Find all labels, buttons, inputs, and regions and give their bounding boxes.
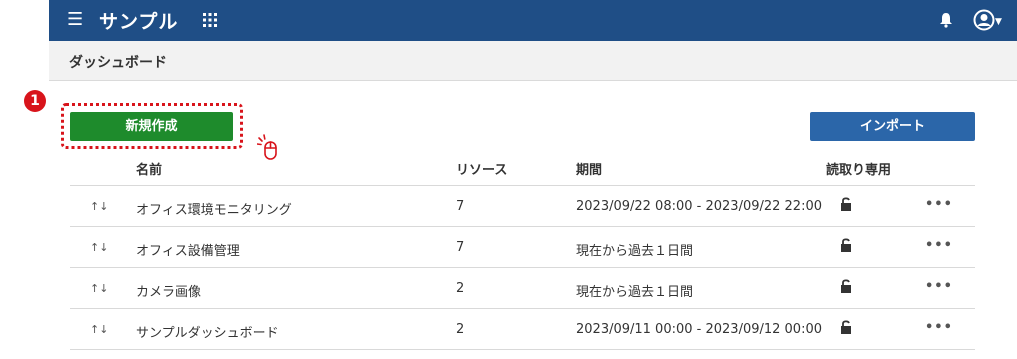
row-period: 2023/09/22 08:00 - 2023/09/22 22:00 xyxy=(576,199,823,214)
sort-handle-icon[interactable]: ↑↓ xyxy=(90,200,108,213)
sort-handle-icon[interactable]: ↑↓ xyxy=(90,241,108,254)
row-period: 現在から過去１日間 xyxy=(576,285,694,300)
table-row[interactable]: ↑↓ オフィス設備管理 7 現在から過去１日間 ••• xyxy=(70,227,975,268)
table-row[interactable]: ↑↓ カメラ画像 2 現在から過去１日間 ••• xyxy=(70,268,975,309)
unlock-icon[interactable] xyxy=(840,278,854,298)
page-header: ダッシュボード xyxy=(49,41,1017,81)
user-circle-icon[interactable] xyxy=(973,9,995,31)
row-resource: 7 xyxy=(456,199,465,214)
import-button[interactable]: インポート xyxy=(810,112,975,141)
sort-handle-icon[interactable]: ↑↓ xyxy=(90,282,108,295)
column-readonly-header[interactable]: 読取り専用 xyxy=(826,159,891,178)
row-resource: 2 xyxy=(456,322,465,337)
unlock-icon[interactable] xyxy=(840,237,854,257)
bell-icon[interactable] xyxy=(939,12,953,28)
more-options-icon[interactable]: ••• xyxy=(925,279,953,294)
dashboard-table: 名前 リソース 期間 読取り専用 ↑↓ オフィス環境モニタリング 7 2023/… xyxy=(70,150,975,350)
hamburger-icon[interactable]: ☰ xyxy=(67,11,83,29)
highlight-frame xyxy=(61,103,243,149)
top-bar: ☰ サンプル ▼ xyxy=(49,0,1017,41)
breadcrumb: ダッシュボード xyxy=(69,55,167,71)
grid-icon[interactable] xyxy=(203,13,217,27)
row-period: 2023/09/11 00:00 - 2023/09/12 00:00 xyxy=(576,322,823,337)
column-resource-header[interactable]: リソース xyxy=(456,159,507,178)
row-period: 現在から過去１日間 xyxy=(576,244,694,259)
row-name[interactable]: オフィス設備管理 xyxy=(136,240,240,259)
more-options-icon[interactable]: ••• xyxy=(925,320,953,335)
column-period-header[interactable]: 期間 xyxy=(576,159,602,178)
row-name[interactable]: オフィス環境モニタリング xyxy=(136,199,292,218)
table-row[interactable]: ↑↓ オフィス環境モニタリング 7 2023/09/22 08:00 - 202… xyxy=(70,186,975,227)
column-name-header[interactable]: 名前 xyxy=(136,159,162,178)
table-row[interactable]: ↑↓ サンプルダッシュボード 2 2023/09/11 00:00 - 2023… xyxy=(70,309,975,350)
unlock-icon[interactable] xyxy=(840,196,854,216)
sort-handle-icon[interactable]: ↑↓ xyxy=(90,323,108,336)
table-header: 名前 リソース 期間 読取り専用 xyxy=(70,150,975,186)
row-name[interactable]: サンプルダッシュボード xyxy=(136,322,279,341)
step-badge: 1 xyxy=(24,90,46,112)
app-window: ☰ サンプル ▼ ダッシュボード 1 新規作成 インポート 名前 リソース 期間… xyxy=(24,0,1017,359)
more-options-icon[interactable]: ••• xyxy=(925,238,953,253)
row-resource: 7 xyxy=(456,240,465,255)
row-name[interactable]: カメラ画像 xyxy=(136,281,201,300)
chevron-down-icon[interactable]: ▼ xyxy=(995,17,1002,27)
unlock-icon[interactable] xyxy=(840,319,854,339)
row-resource: 2 xyxy=(456,281,465,296)
app-title: サンプル xyxy=(99,11,179,33)
more-options-icon[interactable]: ••• xyxy=(925,197,953,212)
